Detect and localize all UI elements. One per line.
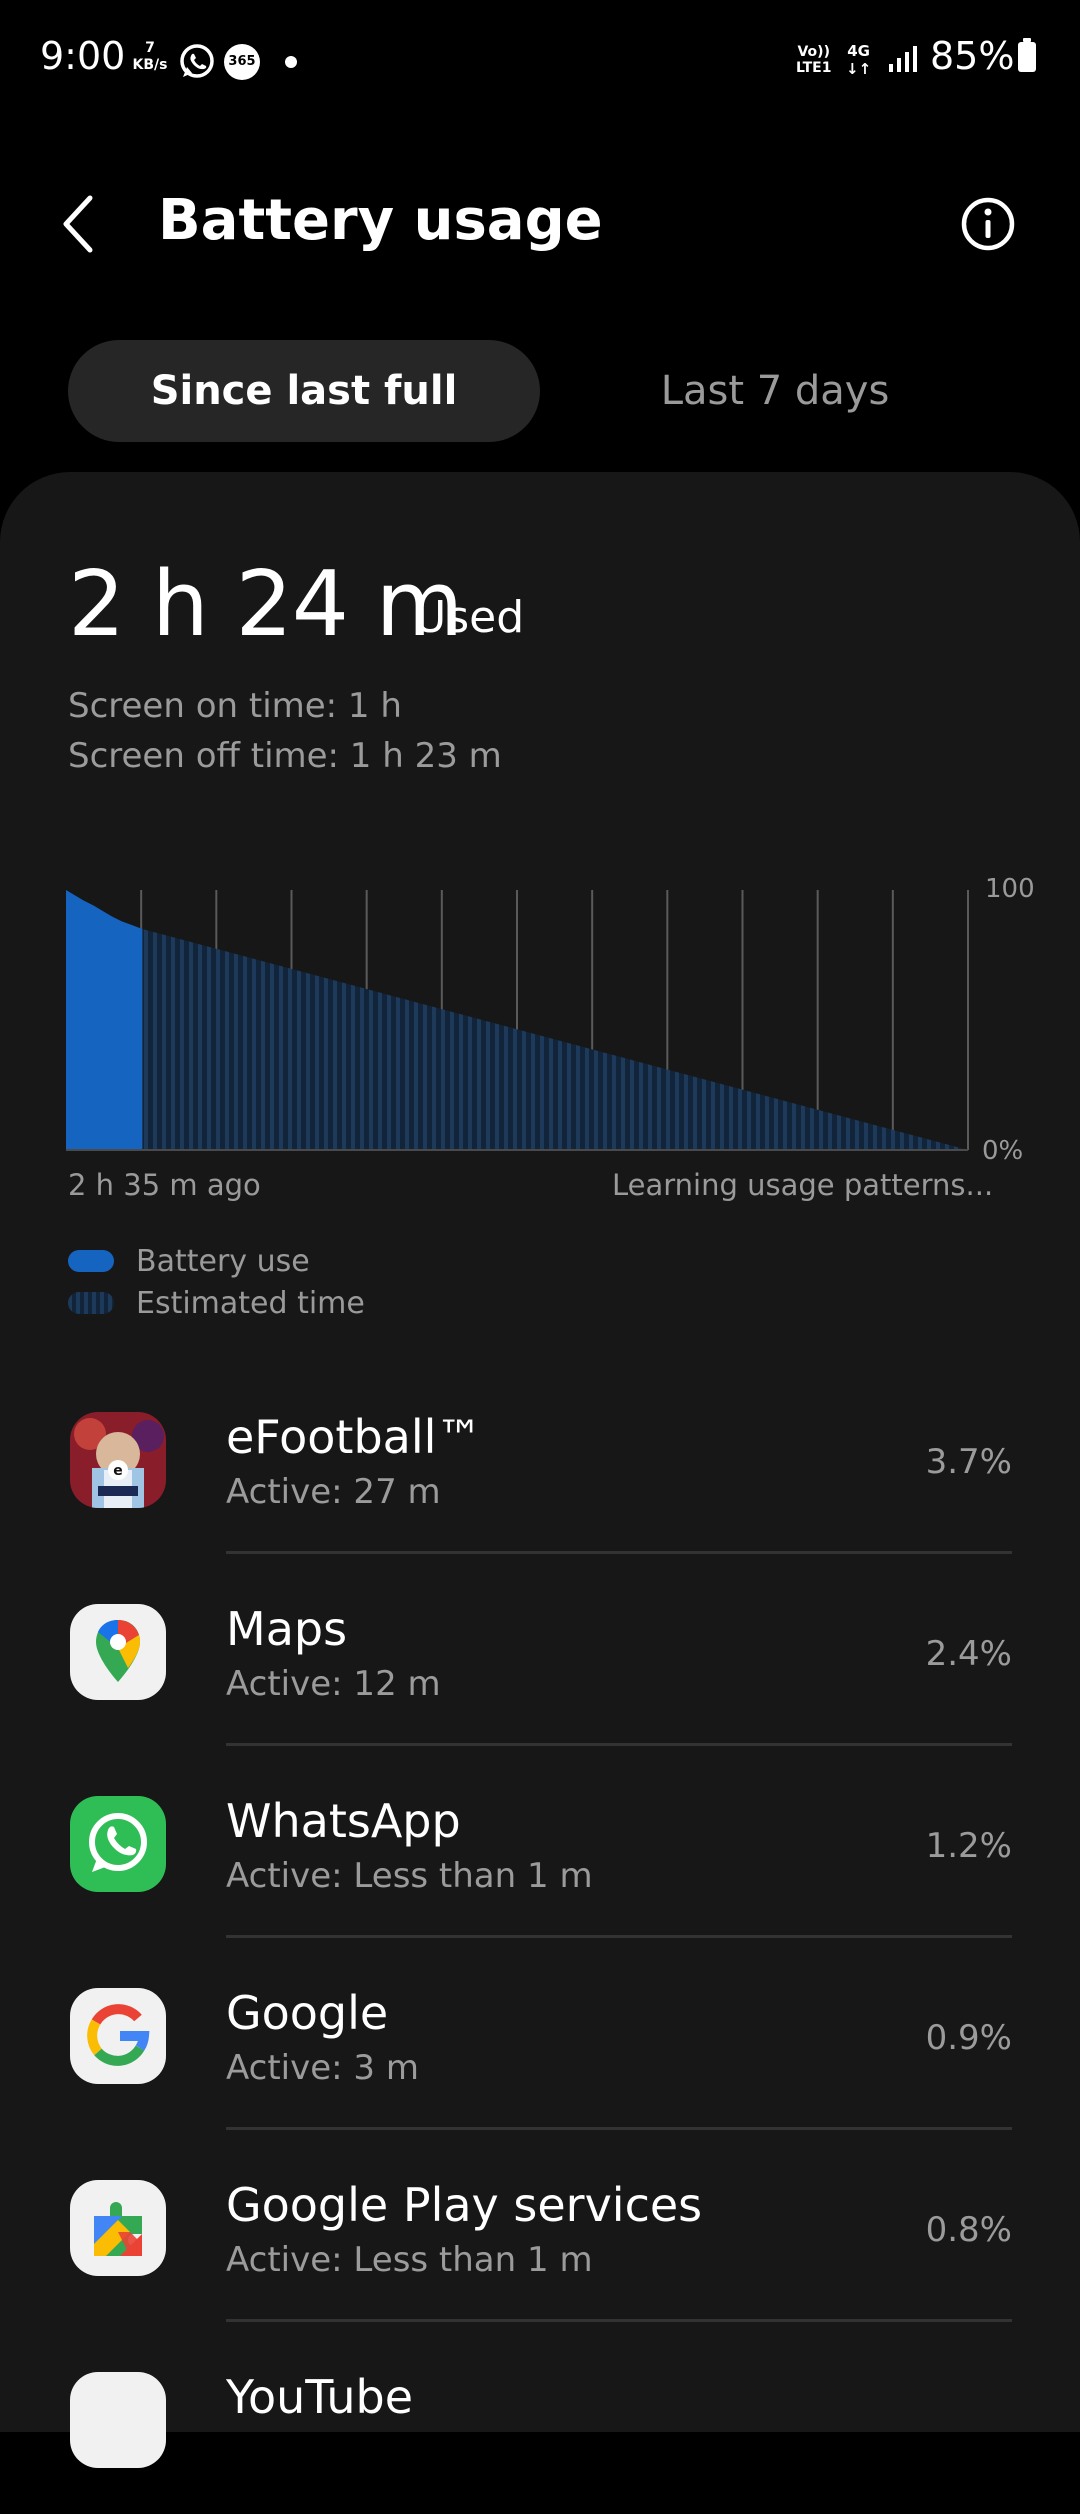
app-item-maps[interactable]: Maps Active: 12 m 2.4%	[0, 1554, 1080, 1746]
status-time: 9:00	[40, 34, 126, 78]
signal-strength-icon	[889, 46, 917, 72]
app-active-time: Active: 27 m	[226, 1472, 441, 1512]
network-speed-value: 7	[145, 40, 155, 56]
youtube-icon	[70, 2372, 166, 2468]
maps-icon	[70, 1604, 166, 1700]
used-time-value: 2 h 24 m	[68, 552, 463, 657]
whatsapp-status-icon	[180, 44, 214, 78]
lte-label: LTE1	[796, 60, 832, 76]
volte-label: Vo))	[797, 44, 830, 60]
app-item-youtube[interactable]: YouTube	[0, 2322, 1080, 2514]
chart-y-label-max: 100	[985, 874, 1035, 904]
battery-chart	[66, 890, 969, 1151]
app-active-time: Active: 12 m	[226, 1664, 441, 1704]
chevron-left-icon	[63, 195, 93, 253]
status-bar: 9:00 7 KB/s 365 Vo)) LTE1 4G ↓↑ 85%	[0, 0, 1080, 120]
app-active-time: Active: Less than 1 m	[226, 1856, 593, 1896]
battery-use-area	[66, 890, 143, 1150]
chart-x-label-end: Learning usage patterns...	[612, 1168, 994, 1202]
network-speed-unit: KB/s	[132, 57, 168, 73]
app-name: YouTube	[226, 2370, 414, 2424]
app-name: Maps	[226, 1602, 348, 1656]
app-item-whatsapp[interactable]: WhatsApp Active: Less than 1 m 1.2%	[0, 1746, 1080, 1938]
app-active-time: Active: Less than 1 m	[226, 2240, 593, 2280]
app-usage-percent: 0.8%	[925, 2210, 1012, 2250]
info-icon	[961, 197, 1015, 251]
notification-dot-icon	[285, 56, 297, 68]
chart-y-label-min: 0%	[982, 1136, 1024, 1166]
google-play-services-icon	[70, 2180, 166, 2276]
whatsapp-icon	[70, 1796, 166, 1892]
app-active-time: Active: 3 m	[226, 2048, 419, 2088]
app-name: Google Play services	[226, 2178, 703, 2232]
legend-battery-use-label: Battery use	[136, 1244, 310, 1279]
legend-estimated-time-label: Estimated time	[136, 1286, 365, 1321]
efootball-icon: e	[70, 1412, 166, 1508]
app-name: WhatsApp	[226, 1794, 461, 1848]
legend-battery-use-swatch	[68, 1250, 114, 1272]
legend-estimated-time-swatch	[68, 1292, 114, 1314]
page-title: Battery usage	[158, 188, 603, 253]
network-activity-arrows: ↓↑	[846, 60, 872, 78]
app-usage-percent: 3.7%	[925, 1442, 1012, 1482]
battery-icon	[1018, 38, 1036, 72]
battery-percent: 85%	[930, 34, 1015, 78]
info-button[interactable]	[956, 192, 1020, 256]
tab-since-last-full-charge[interactable]: Since last full charge	[68, 340, 540, 516]
app-item-efootball[interactable]: e eFootball™ Active: 27 m 3.7%	[0, 1362, 1080, 1554]
used-label: Used	[414, 592, 525, 643]
app-name: eFootball™	[226, 1410, 483, 1464]
app-365-status-icon: 365	[224, 44, 260, 80]
estimated-time-area	[142, 929, 969, 1150]
back-button[interactable]	[56, 184, 120, 264]
app-item-google-play-services[interactable]: Google Play services Active: Less than 1…	[0, 2130, 1080, 2322]
network-4g-icon: 4G ↓↑	[846, 42, 871, 78]
svg-text:e: e	[113, 1463, 123, 1479]
app-usage-percent: 2.4%	[925, 1634, 1012, 1674]
volte-icon: Vo)) LTE1	[796, 44, 831, 76]
network-speed: 7 KB/s	[130, 40, 170, 74]
chart-x-label-start: 2 h 35 m ago	[68, 1168, 261, 1202]
network-type-label: 4G	[847, 42, 870, 60]
screen-off-time: Screen off time: 1 h 23 m	[68, 736, 502, 776]
screen-on-time: Screen on time: 1 h	[68, 686, 402, 726]
app-item-google[interactable]: Google Active: 3 m 0.9%	[0, 1938, 1080, 2130]
app-name: Google	[226, 1986, 389, 2040]
app-usage-percent: 1.2%	[925, 1826, 1012, 1866]
tab-last-7-days[interactable]: Last 7 days	[620, 340, 930, 442]
google-icon	[70, 1988, 166, 2084]
app-usage-percent: 0.9%	[925, 2018, 1012, 2058]
